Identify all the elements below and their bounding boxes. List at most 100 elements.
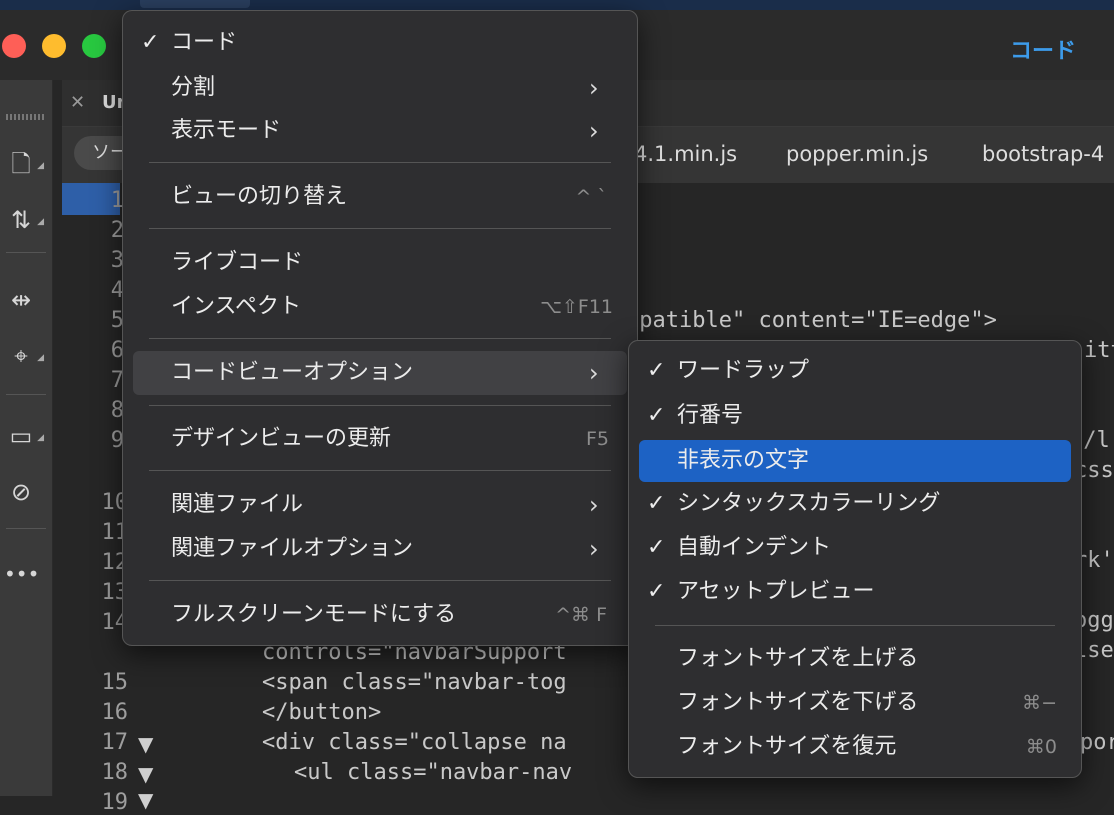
menu-item-split[interactable]: 分割 › <box>123 68 637 108</box>
menu-separator <box>149 228 611 229</box>
line-number: 18 <box>101 760 129 785</box>
menu-shortcut: ^ ` <box>575 186 607 208</box>
chevron-right-icon: › <box>589 74 599 102</box>
code-view-options-submenu: ✓ ワードラップ ✓ 行番号 非表示の文字 ✓ シンタックスカラーリング ✓ 自… <box>628 340 1082 778</box>
menu-shortcut: ⌘− <box>1022 692 1057 714</box>
toolbar-grip[interactable] <box>6 114 46 120</box>
menu-item-fullscreen[interactable]: フルスクリーンモードにする ^⌘ F <box>123 595 637 635</box>
menu-item-label: デザインビューの更新 <box>171 426 392 451</box>
related-file-tab[interactable]: 4.1.min.js <box>634 142 737 166</box>
menu-item-label: 分割 <box>171 75 216 100</box>
menu-item-switch-view[interactable]: ビューの切り替え ^ ` <box>123 177 637 217</box>
line-number: 2 <box>110 218 124 243</box>
code-line: npatible" content="IE=edge"> <box>626 308 997 333</box>
menu-item-reset-font-size[interactable]: フォントサイズを復元 ⌘0 <box>629 727 1081 767</box>
code-line: </button> <box>262 700 382 725</box>
close-tab-icon[interactable]: ✕ <box>70 92 85 113</box>
line-number: 13 <box>101 580 129 605</box>
menu-separator <box>149 405 611 406</box>
minimize-window-button[interactable] <box>42 34 66 58</box>
sort-arrows-icon[interactable]: ⇅ ◢ <box>4 204 44 236</box>
code-line: itt <box>1084 338 1114 363</box>
menu-item-label: コード <box>171 30 238 55</box>
workspace-title[interactable]: コード <box>1010 33 1076 65</box>
menu-item-inspect[interactable]: インスペクト ⌥⇧F11 <box>123 287 637 327</box>
menu-item-asset-preview[interactable]: ✓ アセットプレビュー <box>629 572 1081 612</box>
menu-separator <box>149 580 611 581</box>
line-number: 15 <box>101 670 129 695</box>
checkmark-icon: ✓ <box>141 30 160 55</box>
magic-wand-icon[interactable]: ⌖ ◢ <box>4 340 44 372</box>
file-icon[interactable]: 🗋 ◢ <box>4 148 44 180</box>
menu-item-decrease-font-size[interactable]: フォントサイズを下げる ⌘− <box>629 683 1081 723</box>
related-file-tab[interactable]: popper.min.js <box>786 142 928 166</box>
code-line: <span class="navbar-tog <box>262 670 567 695</box>
fold-triangle-icon[interactable]: ▼ <box>138 762 153 786</box>
menu-item-label: インスペクト <box>171 294 302 319</box>
menu-item-increase-font-size[interactable]: フォントサイズを上げる <box>629 639 1081 679</box>
menu-item-label: ライブコード <box>171 250 304 275</box>
chevron-right-icon: › <box>589 491 599 519</box>
menu-item-label: 行番号 <box>677 403 744 428</box>
view-menu: ✓ コード 分割 › 表示モード › ビューの切り替え ^ ` ライブコード イ… <box>122 10 638 646</box>
menu-item-related-files[interactable]: 関連ファイル › <box>123 485 637 525</box>
close-window-button[interactable] <box>2 34 26 58</box>
line-number: 12 <box>101 550 129 575</box>
menu-separator <box>149 470 611 471</box>
menu-item-line-numbers[interactable]: ✓ 行番号 <box>629 396 1081 436</box>
toolbar-divider <box>6 528 46 529</box>
coding-toolbar: 🗋 ◢ ⇅ ◢ ⇹ ⌖ ◢ ▭ ◢ ⊘ ••• <box>0 80 53 796</box>
code-line: por <box>1080 730 1114 755</box>
menu-item-label: 自動インデント <box>677 535 832 560</box>
chevron-right-icon: › <box>589 117 599 145</box>
menu-item-code-view-options[interactable]: コードビューオプション › <box>133 351 627 395</box>
line-number: 4 <box>110 278 124 303</box>
fold-triangle-icon[interactable]: ▼ <box>138 732 153 756</box>
checkmark-icon: ✓ <box>647 403 666 428</box>
menu-separator <box>149 338 611 339</box>
fold-triangle-icon[interactable]: ▼ <box>138 788 153 812</box>
menu-item-hidden-characters[interactable]: 非表示の文字 <box>639 440 1071 482</box>
checkmark-icon: ✓ <box>647 358 666 383</box>
menu-item-code[interactable]: ✓ コード <box>123 23 637 63</box>
menu-item-label: フォントサイズを下げる <box>677 690 919 715</box>
comment-remove-icon[interactable]: ⊘ <box>4 476 38 508</box>
line-number: 11 <box>101 520 129 545</box>
menu-item-label: 関連ファイル <box>171 492 304 517</box>
checkmark-icon: ✓ <box>647 579 666 604</box>
menu-item-label: 非表示の文字 <box>677 448 810 473</box>
line-number: 14 <box>101 610 129 635</box>
code-line: <ul class="navbar-nav <box>294 760 573 785</box>
menu-item-auto-indent[interactable]: ✓ 自動インデント <box>629 528 1081 568</box>
expand-horizontal-icon[interactable]: ⇹ <box>4 284 38 316</box>
menu-shortcut: F5 <box>585 428 609 450</box>
related-file-tab[interactable]: bootstrap-4 <box>982 142 1104 166</box>
menubar-segment <box>140 0 250 8</box>
menu-item-label: 関連ファイルオプション <box>171 536 414 561</box>
toolbar-divider <box>6 394 46 395</box>
menu-shortcut: ⌥⇧F11 <box>540 296 613 318</box>
checkmark-icon: ✓ <box>647 535 666 560</box>
line-number: 1 <box>110 188 124 213</box>
line-number: 7 <box>110 368 124 393</box>
code-line: <div class="collapse na <box>262 730 567 755</box>
menu-separator <box>655 625 1055 626</box>
checkmark-icon: ✓ <box>647 491 666 516</box>
comment-icon[interactable]: ▭ ◢ <box>4 420 44 452</box>
more-icon[interactable]: ••• <box>4 558 39 590</box>
menu-item-word-wrap[interactable]: ✓ ワードラップ <box>629 351 1081 391</box>
menu-item-label: シンタックスカラーリング <box>677 491 941 516</box>
menu-item-label: フォントサイズを復元 <box>677 734 897 759</box>
menu-item-related-files-options[interactable]: 関連ファイルオプション › <box>123 529 637 569</box>
line-number: 3 <box>110 248 124 273</box>
menu-separator <box>149 162 611 163</box>
menu-item-display-mode[interactable]: 表示モード › <box>123 111 637 151</box>
menu-item-label: 表示モード <box>171 118 282 143</box>
line-number: 17 <box>101 730 129 755</box>
line-number: 8 <box>110 398 124 423</box>
menu-item-refresh-design-view[interactable]: デザインビューの更新 F5 <box>123 419 637 459</box>
menu-item-live-code[interactable]: ライブコード <box>123 243 637 283</box>
zoom-window-button[interactable] <box>82 34 106 58</box>
menu-shortcut: ^⌘ F <box>555 604 607 626</box>
menu-item-syntax-coloring[interactable]: ✓ シンタックスカラーリング <box>629 484 1081 524</box>
